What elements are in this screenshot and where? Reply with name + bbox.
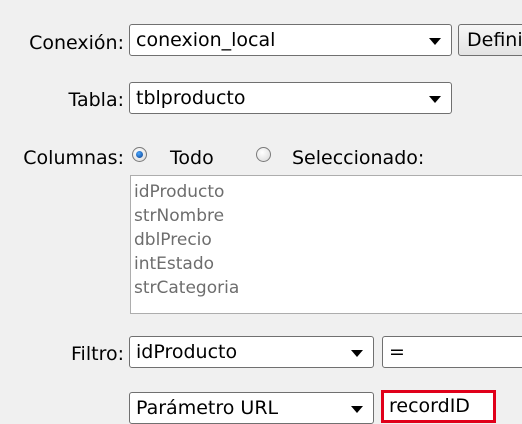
filter-operator-select[interactable]: =: [382, 336, 522, 368]
list-item[interactable]: idProducto: [134, 181, 224, 204]
table-select[interactable]: tblproducto: [129, 82, 452, 114]
chevron-down-icon: [351, 406, 363, 413]
connection-label: Conexión:: [29, 32, 124, 54]
define-connection-button-label: Definir...: [467, 29, 522, 51]
chevron-down-icon: [351, 350, 363, 357]
list-item[interactable]: strNombre: [134, 205, 224, 228]
list-item[interactable]: strCategoria: [134, 277, 239, 300]
filter-value-text: recordID: [389, 395, 470, 417]
list-item[interactable]: intEstado: [134, 253, 214, 276]
chevron-down-icon: [429, 38, 441, 45]
filter-label: Filtro:: [71, 343, 124, 365]
columns-all-radio[interactable]: [132, 147, 147, 162]
connection-select[interactable]: conexion_local: [129, 24, 452, 56]
filter-value-input[interactable]: recordID: [381, 390, 496, 423]
list-item[interactable]: dblPrecio: [134, 229, 212, 252]
chevron-down-icon: [429, 96, 441, 103]
filter-column-select[interactable]: idProducto: [129, 336, 374, 368]
columns-selected-label[interactable]: Seleccionado:: [292, 145, 424, 171]
filter-operator-value: =: [389, 341, 405, 363]
columns-listbox[interactable]: idProducto strNombre dblPrecio intEstado…: [130, 175, 522, 314]
connection-select-value: conexion_local: [136, 29, 276, 51]
filter-source-select[interactable]: Parámetro URL: [129, 392, 374, 424]
filter-source-value: Parámetro URL: [136, 397, 279, 419]
columns-all-label[interactable]: Todo: [170, 145, 214, 171]
filter-column-value: idProducto: [136, 341, 238, 363]
columns-label: Columnas:: [23, 147, 124, 169]
table-select-value: tblproducto: [136, 87, 246, 109]
columns-selected-radio[interactable]: [256, 147, 271, 162]
table-label: Tabla:: [68, 89, 125, 111]
define-connection-button[interactable]: Definir...: [458, 24, 522, 56]
